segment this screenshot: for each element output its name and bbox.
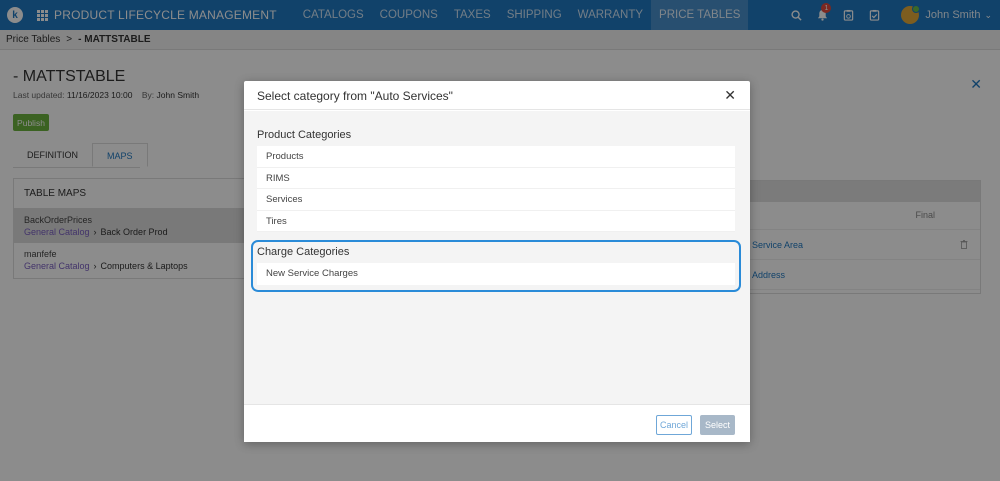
category-item-rims[interactable]: RIMS bbox=[257, 168, 735, 189]
charge-categories-title: Charge Categories bbox=[257, 246, 350, 258]
category-item-tires[interactable]: Tires bbox=[257, 211, 735, 232]
product-categories-list: Products RIMS Services Tires bbox=[257, 146, 735, 232]
dialog-header: Select category from "Auto Services" ✕ bbox=[244, 81, 750, 110]
category-item-new-service-charges[interactable]: New Service Charges bbox=[257, 263, 735, 285]
dialog-body: Product Categories Products RIMS Service… bbox=[244, 111, 750, 404]
category-item-services[interactable]: Services bbox=[257, 189, 735, 211]
select-category-dialog: Select category from "Auto Services" ✕ P… bbox=[244, 81, 750, 442]
dialog-footer: Cancel Select bbox=[244, 404, 750, 442]
product-categories-title: Product Categories bbox=[257, 129, 352, 141]
select-button[interactable]: Select bbox=[700, 415, 735, 435]
dialog-title: Select category from "Auto Services" bbox=[257, 89, 453, 103]
cancel-button[interactable]: Cancel bbox=[656, 415, 692, 435]
category-item-products[interactable]: Products bbox=[257, 146, 735, 168]
charge-categories-list: New Service Charges bbox=[257, 263, 735, 285]
close-icon[interactable]: ✕ bbox=[724, 87, 736, 104]
